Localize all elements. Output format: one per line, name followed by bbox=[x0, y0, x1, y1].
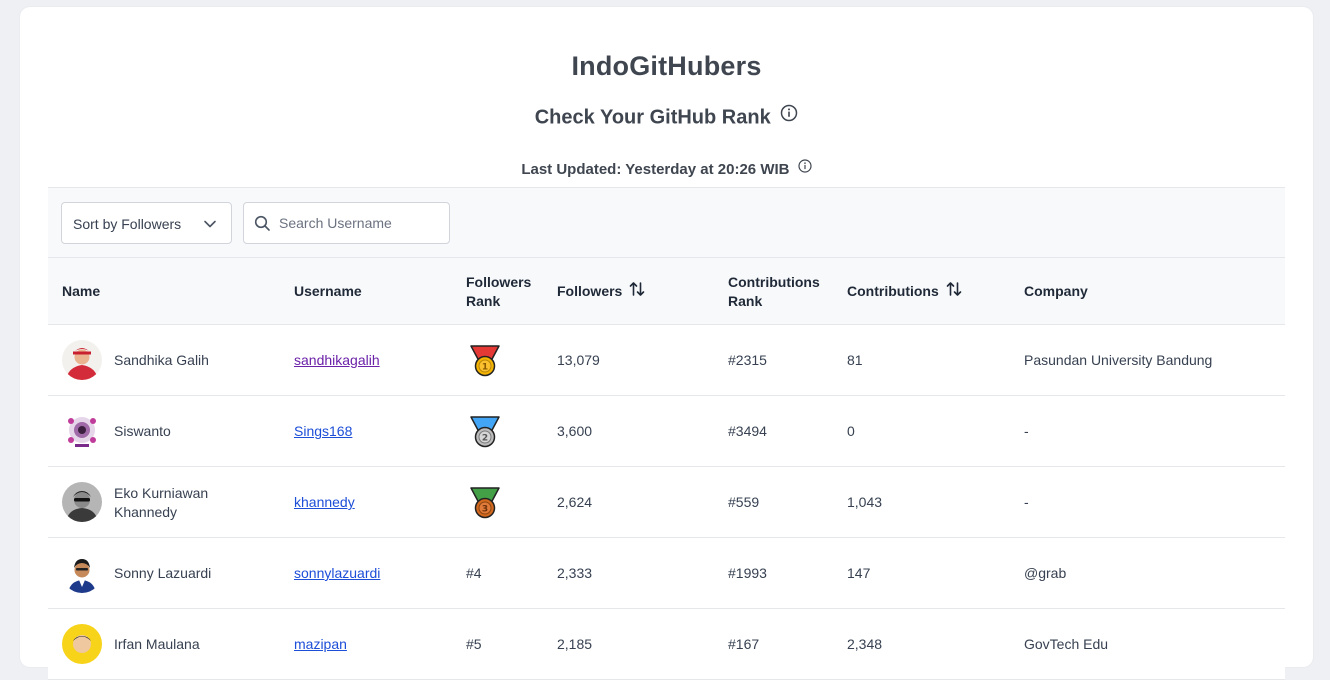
chevron-down-icon bbox=[203, 217, 217, 234]
company: Pasundan University Bandung bbox=[1024, 352, 1213, 368]
svg-text:3: 3 bbox=[482, 505, 488, 515]
col-followers[interactable]: Followers bbox=[557, 282, 645, 303]
contributions-rank: #167 bbox=[728, 636, 760, 652]
user-name-line2: Khannedy bbox=[114, 504, 178, 520]
avatar bbox=[62, 624, 102, 664]
username-link[interactable]: mazipan bbox=[294, 635, 347, 654]
contributions-count: 1,043 bbox=[847, 494, 883, 510]
sort-select-label: Sort by Followers bbox=[73, 216, 182, 232]
user-name: Sandhika Galih bbox=[114, 352, 209, 368]
username-link[interactable]: sandhikagalih bbox=[294, 351, 380, 370]
followers-count: 2,185 bbox=[557, 636, 593, 652]
user-name: Eko Kurniawan Khannedy bbox=[114, 484, 208, 522]
followers-count: 3,600 bbox=[557, 423, 593, 439]
contributions-rank: #1993 bbox=[728, 565, 767, 581]
avatar bbox=[62, 482, 102, 522]
company: - bbox=[1024, 423, 1029, 439]
col-company: Company bbox=[1024, 283, 1088, 299]
page-subtitle: Check Your GitHub Rank bbox=[20, 104, 1313, 130]
col-followers-rank-line1: Followers bbox=[466, 274, 532, 290]
company: - bbox=[1024, 494, 1029, 510]
col-followers-rank: Followers Rank bbox=[466, 273, 531, 311]
last-updated-text: Last Updated: Yesterday at 20:26 WIB bbox=[521, 161, 790, 178]
user-name: Sonny Lazuardi bbox=[114, 565, 212, 581]
contributions-count: 0 bbox=[847, 423, 855, 439]
sort-select[interactable]: Sort by Followers bbox=[61, 202, 232, 244]
svg-text:2: 2 bbox=[482, 434, 488, 444]
last-updated: Last Updated: Yesterday at 20:26 WIB bbox=[20, 159, 1313, 179]
username-link[interactable]: sonnylazuardi bbox=[294, 564, 380, 583]
company: @grab bbox=[1024, 565, 1067, 581]
avatar bbox=[62, 411, 102, 451]
col-contributions[interactable]: Contributions bbox=[847, 282, 962, 303]
col-contributions-rank-line1: Contributions bbox=[728, 274, 820, 290]
search-icon bbox=[254, 215, 271, 237]
username-link[interactable]: Sings168 bbox=[294, 422, 352, 441]
table-row: Irfan Maulana mazipan #5 2,185 #167 2,34… bbox=[48, 609, 1285, 680]
followers-rank: #5 bbox=[466, 636, 482, 652]
col-followers-label: Followers bbox=[557, 283, 623, 300]
followers-count: 13,079 bbox=[557, 352, 600, 368]
col-contributions-label: Contributions bbox=[847, 283, 939, 300]
col-contributions-rank-line2: Rank bbox=[728, 293, 763, 309]
user-name-line1: Eko Kurniawan bbox=[114, 485, 209, 501]
search-box[interactable] bbox=[243, 202, 450, 244]
company: GovTech Edu bbox=[1024, 636, 1109, 652]
table-header: Name Username Followers Rank Followers C… bbox=[48, 258, 1285, 325]
col-contributions-rank: Contributions Rank bbox=[728, 273, 820, 311]
silver-medal-icon: 2 bbox=[468, 415, 502, 454]
followers-count: 2,333 bbox=[557, 565, 593, 581]
user-name: Irfan Maulana bbox=[114, 636, 200, 652]
bronze-medal-icon: 3 bbox=[468, 486, 502, 525]
table-row: Siswanto Sings168 2 3,600 #3494 0 - bbox=[48, 396, 1285, 467]
search-input[interactable] bbox=[279, 213, 439, 233]
svg-text:1: 1 bbox=[482, 363, 488, 373]
subtitle-text: Check Your GitHub Rank bbox=[534, 106, 771, 129]
contributions-rank: #559 bbox=[728, 494, 760, 510]
table-row: Sandhika Galih sandhikagalih 1 13,079 #2… bbox=[48, 325, 1285, 396]
contributions-rank: #2315 bbox=[728, 352, 767, 368]
table-row: Sonny Lazuardi sonnylazuardi #4 2,333 #1… bbox=[48, 538, 1285, 609]
col-username: Username bbox=[294, 283, 362, 299]
contributions-rank: #3494 bbox=[728, 423, 767, 439]
contributions-count: 81 bbox=[847, 352, 863, 368]
page-title: IndoGitHubers bbox=[571, 51, 762, 81]
sort-arrows-icon[interactable] bbox=[629, 281, 645, 302]
avatar bbox=[62, 340, 102, 380]
gold-medal-icon: 1 bbox=[468, 344, 502, 383]
contributions-count: 2,348 bbox=[847, 636, 883, 652]
col-followers-rank-line2: Rank bbox=[466, 293, 501, 309]
username-link[interactable]: khannedy bbox=[294, 493, 355, 512]
last-updated-info-icon[interactable] bbox=[798, 159, 812, 177]
info-icon[interactable] bbox=[780, 104, 798, 128]
table-toolbar: Sort by Followers bbox=[48, 187, 1285, 258]
table-row: Eko Kurniawan Khannedy khannedy 3 2,624 … bbox=[48, 467, 1285, 538]
sort-arrows-icon[interactable] bbox=[946, 281, 962, 302]
followers-count: 2,624 bbox=[557, 494, 593, 510]
user-name: Siswanto bbox=[114, 423, 171, 439]
avatar bbox=[62, 553, 102, 593]
contributions-count: 147 bbox=[847, 565, 871, 581]
col-name: Name bbox=[62, 283, 101, 299]
followers-rank: #4 bbox=[466, 565, 482, 581]
